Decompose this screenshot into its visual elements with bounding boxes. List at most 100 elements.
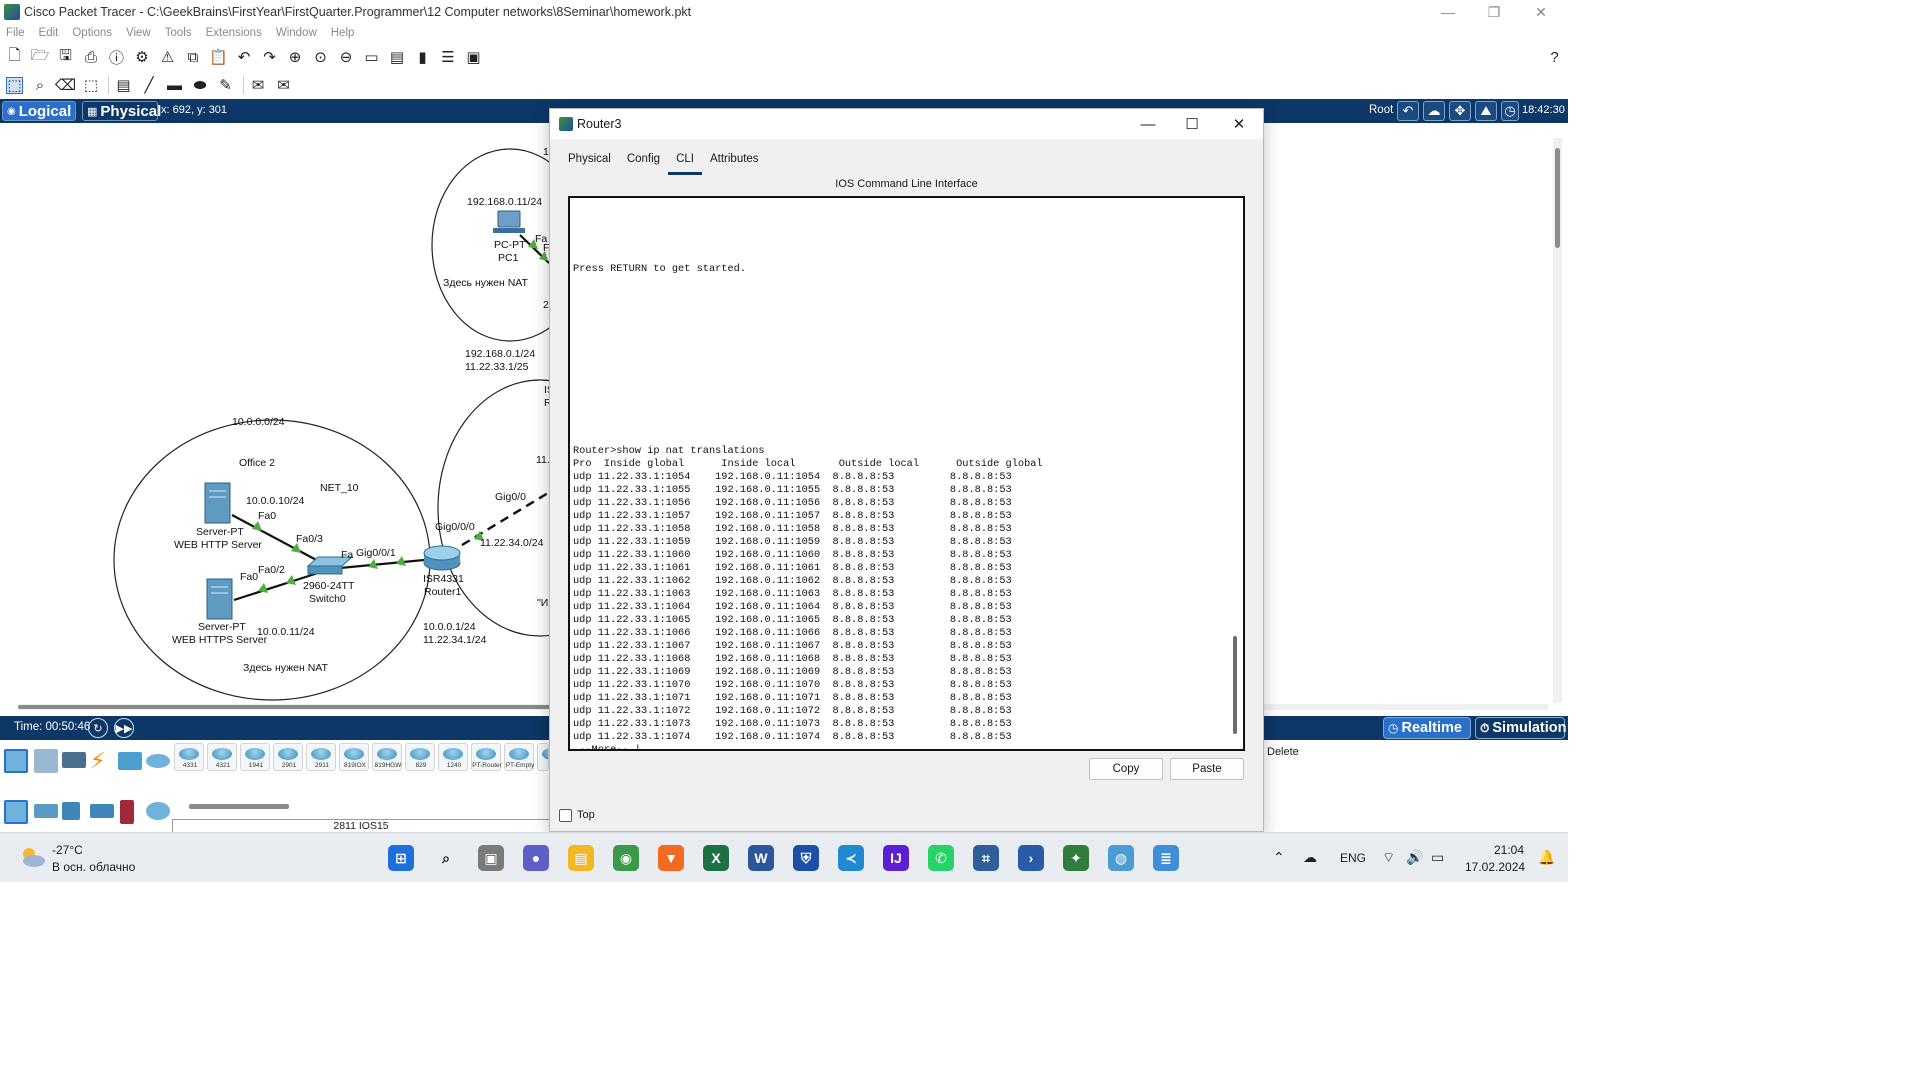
wifi-icon[interactable]: ⌔	[1382, 849, 1395, 867]
search-icon[interactable]: ⌕	[433, 845, 459, 871]
device-partial[interactable]: 18	[537, 743, 549, 771]
device-1240[interactable]: 1240	[438, 743, 468, 771]
device-pt-empty[interactable]: PT-Empty	[504, 743, 534, 771]
notepad-icon[interactable]: ≣	[1153, 845, 1179, 871]
viewport-icon[interactable]: ▣	[465, 49, 482, 66]
physical-tab[interactable]: ▦ Physical	[82, 101, 161, 121]
new-file-icon[interactable]: 🗋	[6, 47, 23, 66]
rectangle-tool-icon[interactable]: ▬	[166, 77, 183, 94]
dialog-minimize-button[interactable]: —	[1125, 109, 1171, 139]
router1-device[interactable]	[423, 545, 461, 571]
viewport-clock-icon[interactable]: ◷	[1501, 101, 1519, 121]
device-4321[interactable]: 4321	[207, 743, 237, 771]
undo-icon[interactable]: ↶	[236, 49, 253, 66]
paste-icon[interactable]: 📋	[209, 49, 228, 66]
menu-window[interactable]: Window	[276, 27, 317, 39]
tab-physical[interactable]: Physical	[560, 151, 619, 171]
select-tool-icon[interactable]: ⬚	[6, 76, 23, 94]
freeform-tool-icon[interactable]: ✎	[217, 77, 234, 94]
realtime-mode-button[interactable]: ◷ Realtime	[1383, 717, 1471, 739]
cloud-icon[interactable]: ☁	[1423, 101, 1445, 121]
volume-icon[interactable]: 🔊	[1406, 849, 1423, 866]
components-icon[interactable]	[62, 752, 86, 768]
maximize-button[interactable]: ❐	[1471, 0, 1517, 24]
paste-button[interactable]: Paste	[1170, 758, 1244, 780]
menu-file[interactable]: File	[6, 27, 25, 39]
word-icon[interactable]: W	[748, 845, 774, 871]
scroll-thumb[interactable]	[18, 705, 568, 709]
tab-cli[interactable]: CLI	[668, 151, 702, 175]
simulation-mode-button[interactable]: ⏱ Simulation	[1475, 717, 1567, 739]
save-icon[interactable]: 🖫	[57, 47, 74, 66]
inspect-tool-icon[interactable]: ⌕	[32, 77, 49, 94]
powershell-icon[interactable]: ›	[1018, 845, 1044, 871]
note-tool-icon[interactable]: ▤	[115, 77, 132, 94]
drawing-palette-icon[interactable]: ▭	[363, 49, 380, 66]
copy-icon[interactable]: ⧉	[185, 49, 202, 66]
connections-icon[interactable]: ⚡	[90, 749, 114, 773]
copy-button[interactable]: Copy	[1089, 758, 1163, 780]
redo-icon[interactable]: ↷	[261, 49, 278, 66]
onedrive-icon[interactable]: ☁	[1303, 849, 1317, 866]
power-cycle-icon[interactable]: ↻	[88, 718, 108, 738]
security-icon[interactable]	[120, 800, 134, 824]
whatsapp-icon[interactable]: ✆	[928, 845, 954, 871]
wireless-icon[interactable]	[90, 804, 114, 818]
dialog-close-button[interactable]: ✕	[1216, 109, 1262, 139]
input-language[interactable]: ENG	[1340, 851, 1366, 865]
chrome-icon[interactable]: ◉	[613, 845, 639, 871]
tray-overflow-icon[interactable]: ⌃	[1273, 849, 1285, 866]
cli-console[interactable]: Press RETURN to get started. Router>show…	[568, 196, 1245, 751]
misc-icon[interactable]	[118, 752, 142, 770]
packet-tracer-icon[interactable]: ✦	[1063, 845, 1089, 871]
logical-tab[interactable]: ◉ Logical	[2, 101, 76, 121]
ellipse-tool-icon[interactable]: ⬬	[192, 77, 209, 94]
delete-button[interactable]: Delete	[1267, 746, 1299, 758]
custom-device-icon[interactable]: ▤	[389, 49, 406, 66]
move-icon[interactable]: ✥	[1449, 101, 1471, 121]
wan-emulation-icon[interactable]	[146, 802, 170, 820]
notification-bell-icon[interactable]: 🔔	[1538, 849, 1555, 866]
hubs-icon[interactable]	[62, 802, 80, 820]
menu-view[interactable]: View	[126, 27, 151, 39]
switches-icon[interactable]	[34, 804, 58, 818]
help-icon[interactable]: ?	[1546, 49, 1563, 66]
background-image-icon[interactable]: ⛰	[1475, 101, 1497, 121]
cluster-icon[interactable]: ▮	[414, 49, 431, 66]
line-tool-icon[interactable]: ╱	[141, 77, 158, 94]
pdu-icon[interactable]: ☰	[440, 49, 457, 66]
server1-device[interactable]	[204, 482, 231, 524]
menu-help[interactable]: Help	[331, 27, 355, 39]
file-explorer-icon[interactable]: ▤	[568, 845, 594, 871]
battery-icon[interactable]: ▭	[1431, 849, 1444, 866]
network-tool-icon[interactable]: ⌗	[973, 845, 999, 871]
excel-icon[interactable]: X	[703, 845, 729, 871]
start-icon[interactable]: ⊞	[388, 845, 414, 871]
weather-temperature[interactable]: -27°C	[52, 843, 83, 857]
pc1-device[interactable]	[493, 210, 525, 233]
top-checkbox[interactable]	[559, 809, 572, 822]
task-view-icon[interactable]: ▣	[478, 845, 504, 871]
device-829[interactable]: 829	[405, 743, 435, 771]
device-819iox[interactable]: 819IOX	[339, 743, 369, 771]
menu-tools[interactable]: Tools	[165, 27, 192, 39]
taskbar-time[interactable]: 21:04	[1494, 843, 1524, 857]
device-819hgw[interactable]: 819HGW	[372, 743, 402, 771]
device-1941[interactable]: 1941	[240, 743, 270, 771]
print-icon[interactable]: ⎙	[83, 49, 100, 66]
zoom-out-icon[interactable]: ⊖	[338, 49, 355, 66]
minimize-button[interactable]: —	[1425, 0, 1471, 24]
fast-forward-icon[interactable]: ▶▶	[114, 718, 134, 738]
simple-pdu-icon[interactable]: ✉	[250, 77, 267, 94]
device-2911[interactable]: 2911	[306, 743, 336, 771]
cli-scrollbar[interactable]	[1233, 636, 1237, 734]
dialog-maximize-button[interactable]: ☐	[1169, 109, 1215, 139]
menu-options[interactable]: Options	[72, 27, 112, 39]
shield-icon[interactable]: ⛨	[793, 845, 819, 871]
open-folder-icon[interactable]: 🗁	[31, 47, 50, 66]
device-4331[interactable]: 4331	[174, 743, 204, 771]
device-2901[interactable]: 2901	[273, 743, 303, 771]
delete-tool-icon[interactable]: ⌫	[55, 77, 76, 94]
routers-icon[interactable]	[4, 800, 28, 824]
chat-icon[interactable]: ●	[523, 845, 549, 871]
